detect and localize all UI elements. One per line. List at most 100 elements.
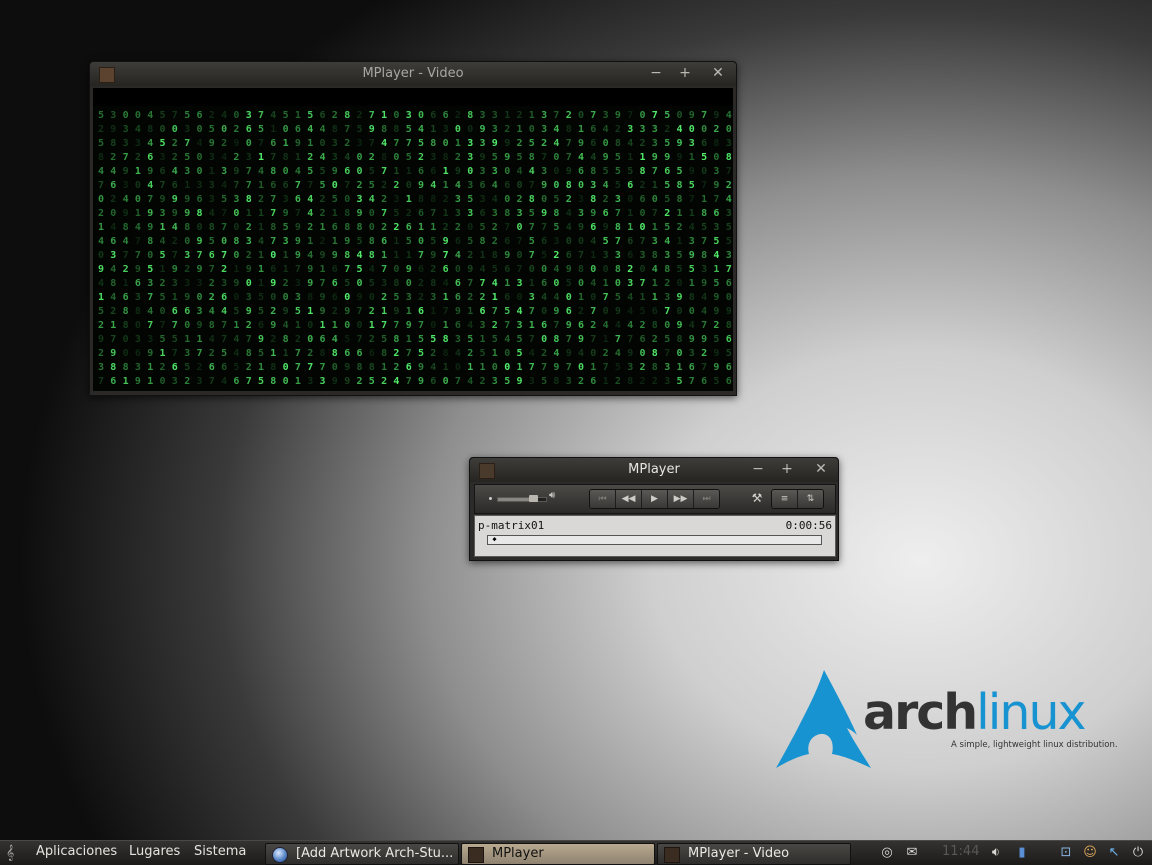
svg-text:5: 5: [233, 306, 239, 317]
preferences-tools-button[interactable]: ⚒: [748, 489, 766, 507]
svg-text:0: 0: [123, 334, 129, 345]
volume-slider[interactable]: [497, 497, 547, 502]
svg-text:1: 1: [160, 222, 166, 233]
svg-text:2: 2: [603, 348, 609, 359]
mplayer-titlebar[interactable]: MPlayer − + ✕: [470, 458, 838, 482]
svg-text:0: 0: [197, 152, 203, 163]
svg-text:0: 0: [344, 194, 350, 205]
svg-text:4: 4: [492, 180, 498, 191]
pointer-icon[interactable]: ↖: [1104, 843, 1124, 863]
svg-text:8: 8: [529, 152, 535, 163]
window-menu-icon[interactable]: [479, 463, 495, 479]
svg-text:2: 2: [664, 278, 670, 289]
svg-text:7: 7: [381, 320, 387, 331]
svg-text:7: 7: [615, 236, 621, 247]
clock[interactable]: 11:44: [942, 844, 979, 859]
equalizer-button[interactable]: ⇅: [798, 490, 823, 508]
minimize-button[interactable]: −: [646, 62, 666, 86]
svg-text:1: 1: [160, 264, 166, 275]
svg-text:9: 9: [467, 264, 473, 275]
speaker-icon[interactable]: 🔊︎: [549, 490, 555, 501]
svg-text:1: 1: [418, 222, 424, 233]
mplayer-window[interactable]: MPlayer − + ✕ 🔊︎ ⏮ ◀◀ ▶ ▶▶ ⏭ ⚒ ≡ ⇅ p-mat…: [469, 457, 839, 561]
svg-text:0: 0: [357, 166, 363, 177]
next-track-button[interactable]: ⏭: [694, 490, 719, 508]
maximize-button[interactable]: +: [675, 62, 695, 86]
svg-text:0: 0: [455, 264, 461, 275]
svg-text:9: 9: [184, 292, 190, 303]
menu-aplicaciones[interactable]: Aplicaciones: [36, 844, 117, 859]
svg-text:6: 6: [357, 348, 363, 359]
svg-text:8: 8: [147, 124, 153, 135]
video-window-titlebar[interactable]: MPlayer - Video − + ✕: [90, 62, 736, 86]
trash-icon[interactable]: ▮: [1012, 843, 1032, 863]
svg-text:8: 8: [664, 264, 670, 275]
playlist-button[interactable]: ≡: [772, 490, 798, 508]
taskbar-button-mplayer-video[interactable]: MPlayer - Video: [657, 843, 851, 865]
svg-text:7: 7: [221, 208, 227, 219]
svg-text:3: 3: [123, 124, 129, 135]
svg-text:5: 5: [160, 292, 166, 303]
svg-text:5: 5: [172, 334, 178, 345]
svg-text:2: 2: [160, 278, 166, 289]
svg-text:2: 2: [332, 110, 338, 121]
svg-text:7: 7: [504, 222, 510, 233]
svg-text:4: 4: [418, 124, 424, 135]
svg-text:9: 9: [406, 320, 412, 331]
svg-text:3: 3: [492, 208, 498, 219]
svg-text:6: 6: [258, 320, 264, 331]
network-icon[interactable]: ⊡: [1056, 843, 1076, 863]
mail-icon[interactable]: ✉: [902, 843, 922, 863]
minimize-button[interactable]: −: [748, 458, 768, 482]
volume-knob[interactable]: [529, 495, 538, 502]
seek-handle[interactable]: ◆: [492, 535, 498, 543]
svg-text:4: 4: [295, 166, 301, 177]
power-icon[interactable]: ⏻: [1128, 843, 1148, 863]
svg-text:7: 7: [529, 334, 535, 345]
svg-text:8: 8: [381, 124, 387, 135]
main-menu-icon[interactable]: 𝄞: [6, 844, 26, 862]
svg-text:9: 9: [418, 180, 424, 191]
maximize-button[interactable]: +: [777, 458, 797, 482]
svg-text:0: 0: [677, 278, 683, 289]
track-title: p-matrix01: [478, 519, 545, 532]
svg-text:0: 0: [627, 194, 633, 205]
fast-forward-button[interactable]: ▶▶: [668, 490, 694, 508]
video-window[interactable]: MPlayer - Video − + ✕ 525847021409415292…: [89, 61, 737, 396]
close-button[interactable]: ✕: [708, 62, 728, 86]
svg-text:9: 9: [344, 236, 350, 247]
window-menu-icon[interactable]: [99, 67, 115, 83]
rewind-button[interactable]: ◀◀: [616, 490, 642, 508]
svg-text:7: 7: [529, 250, 535, 261]
svg-text:2: 2: [332, 306, 338, 317]
user-icon[interactable]: ☺: [1080, 843, 1100, 863]
volume-icon[interactable]: 🔉︎: [986, 843, 1006, 863]
svg-text:3: 3: [295, 278, 301, 289]
video-frame[interactable]: 5258470214094152923739824620463484217986…: [93, 88, 733, 391]
svg-text:8: 8: [677, 334, 683, 345]
taskbar-button-browser[interactable]: [Add Artwork Arch-Stu...: [265, 843, 459, 865]
close-button[interactable]: ✕: [811, 458, 831, 482]
svg-text:7: 7: [197, 348, 203, 359]
svg-text:5: 5: [221, 348, 227, 359]
svg-text:2: 2: [295, 334, 301, 345]
svg-text:4: 4: [110, 292, 116, 303]
svg-text:9: 9: [332, 376, 338, 387]
svg-text:7: 7: [701, 110, 707, 121]
svg-text:9: 9: [184, 208, 190, 219]
svg-text:5: 5: [517, 152, 523, 163]
menu-sistema[interactable]: Sistema: [194, 844, 246, 859]
svg-text:8: 8: [123, 320, 129, 331]
seek-bar[interactable]: ◆: [487, 535, 822, 545]
play-button[interactable]: ▶: [642, 490, 668, 508]
disc-icon[interactable]: ◎: [877, 843, 897, 863]
previous-track-button[interactable]: ⏮: [590, 490, 616, 508]
svg-text:1: 1: [172, 292, 178, 303]
svg-text:2: 2: [270, 306, 276, 317]
svg-text:8: 8: [283, 334, 289, 345]
svg-text:1: 1: [295, 110, 301, 121]
menu-lugares[interactable]: Lugares: [129, 844, 180, 859]
svg-text:9: 9: [689, 110, 695, 121]
taskbar-button-mplayer[interactable]: MPlayer: [461, 843, 655, 865]
svg-text:2: 2: [517, 194, 523, 205]
